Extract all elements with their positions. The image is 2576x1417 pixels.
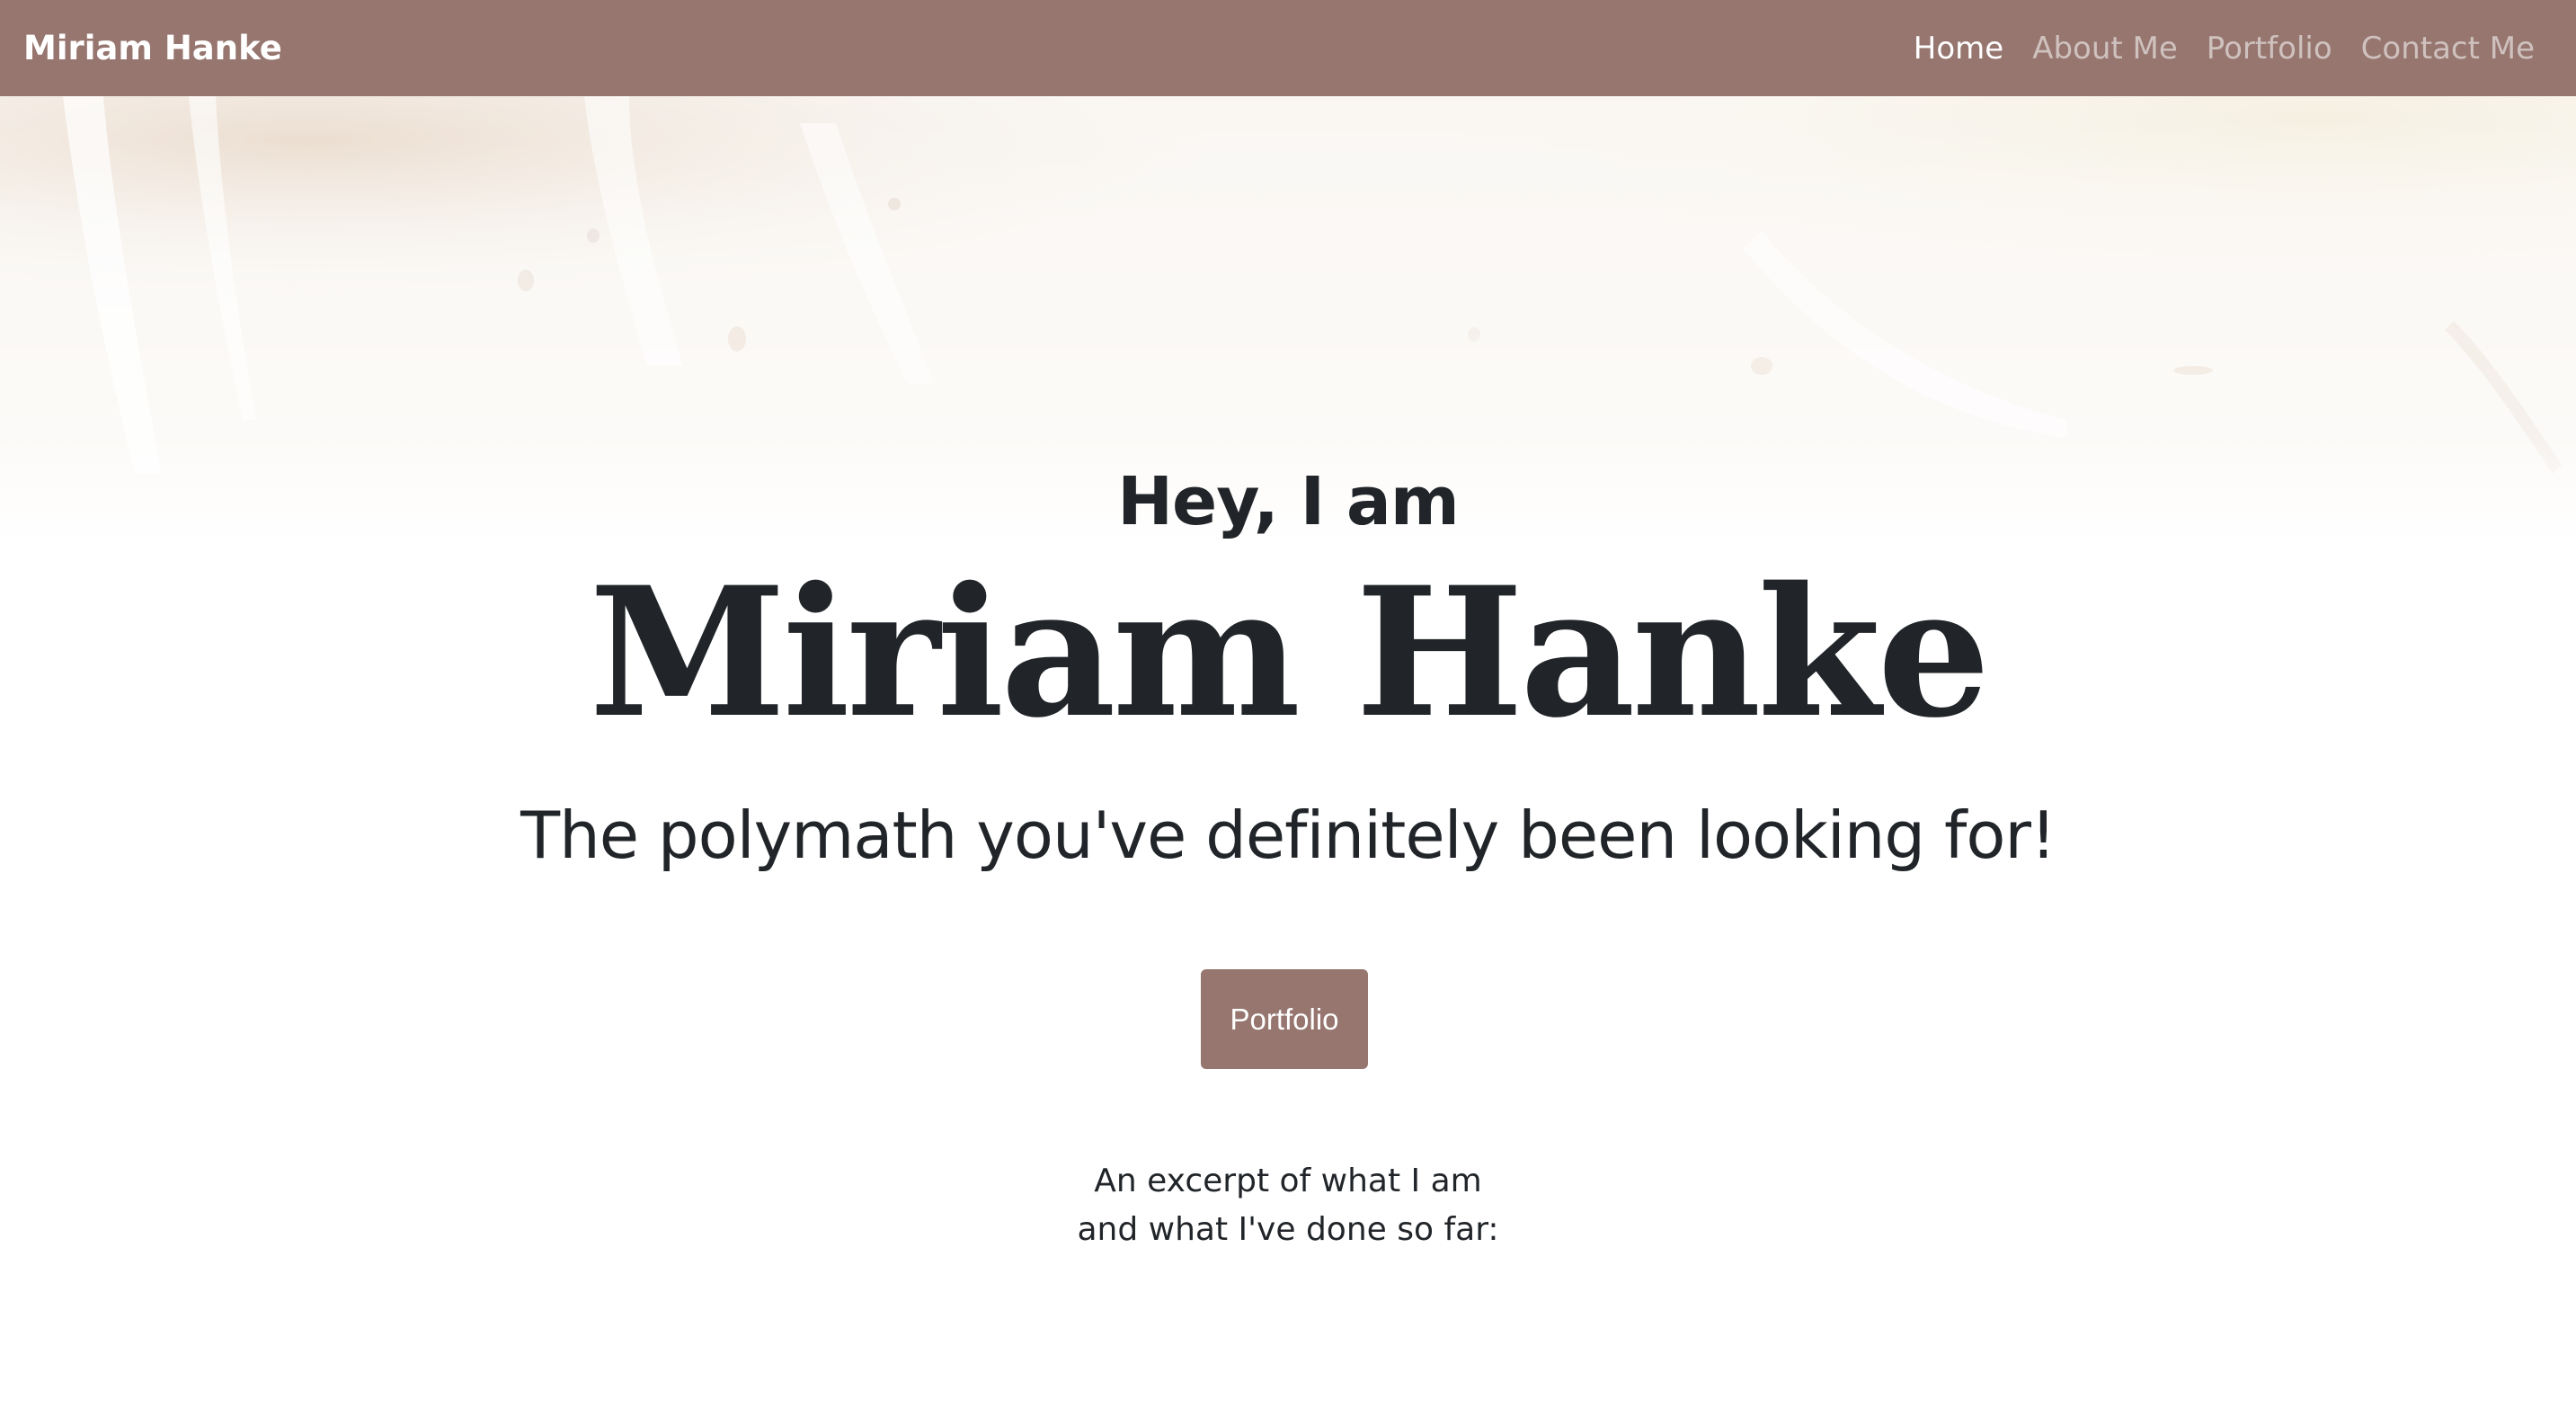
nav-link-home[interactable]: Home <box>1914 31 2003 67</box>
excerpt-line-1: An excerpt of what I am <box>1094 1163 1482 1199</box>
nav-link-about-me[interactable]: About Me <box>2032 31 2178 67</box>
hero-tagline: The polymath you've definitely been look… <box>520 798 2056 873</box>
nav-link-contact-me[interactable]: Contact Me <box>2361 31 2535 67</box>
hero-greeting: Hey, I am <box>1117 463 1460 540</box>
nav-link-portfolio[interactable]: Portfolio <box>2207 31 2332 67</box>
brand-link[interactable]: Miriam Hanke <box>23 29 282 67</box>
hero-section: Hey, I am Miriam Hanke The polymath you'… <box>0 96 2576 1417</box>
hero-name: Miriam Hanke <box>589 548 1990 757</box>
excerpt-line-2: and what I've done so far: <box>1077 1211 1499 1248</box>
top-navbar: Miriam Hanke Home About Me Portfolio Con… <box>0 0 2576 96</box>
portfolio-button[interactable]: Portfolio <box>1201 969 1368 1069</box>
nav-links: Home About Me Portfolio Contact Me <box>1914 31 2535 67</box>
excerpt-text: An excerpt of what I am and what I've do… <box>0 1157 2576 1254</box>
